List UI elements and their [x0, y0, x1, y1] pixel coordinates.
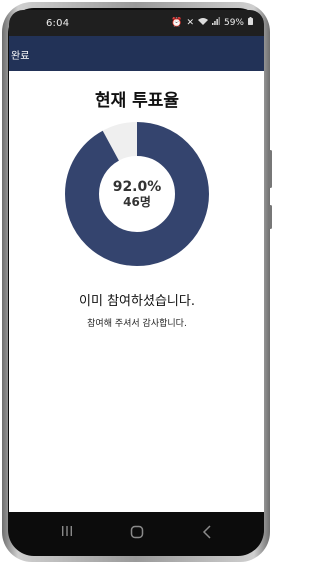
thanks-message: 참여해 주셔서 감사합니다. — [87, 319, 187, 329]
donut-center-text: 92.0% 46명 — [62, 119, 212, 269]
back-icon[interactable] — [202, 525, 212, 543]
wifi-icon — [197, 17, 208, 28]
phone-frame: 6:04 ⏰ ✕ 59% 완료 현재 투표율 92.0% 46명 이미 참여하셨… — [0, 0, 274, 566]
app-bar: 완료 — [9, 36, 264, 71]
status-bar: 6:04 ⏰ ✕ 59% — [9, 10, 264, 36]
vote-rate-percent: 92.0% — [112, 178, 162, 195]
status-icons: ⏰ ✕ 59% — [171, 17, 253, 28]
vote-count: 46명 — [123, 194, 151, 209]
done-button[interactable]: 완료 — [9, 47, 31, 62]
navigation-bar — [9, 512, 264, 554]
vote-rate-donut: 92.0% 46명 — [62, 119, 212, 269]
alarm-icon: ⏰ — [171, 17, 183, 28]
mute-icon: ✕ — [186, 17, 194, 28]
battery-percent: 59% — [223, 17, 244, 28]
battery-icon — [248, 17, 253, 28]
signal-icon — [211, 17, 220, 28]
home-icon[interactable] — [130, 525, 144, 543]
recent-apps-icon[interactable] — [61, 525, 73, 541]
power-button — [269, 205, 272, 229]
already-voted-message: 이미 참여하셨습니다. — [79, 294, 195, 309]
volume-button — [269, 150, 272, 188]
vote-rate-title: 현재 투표율 — [94, 91, 180, 111]
status-time: 6:04 — [46, 18, 70, 29]
